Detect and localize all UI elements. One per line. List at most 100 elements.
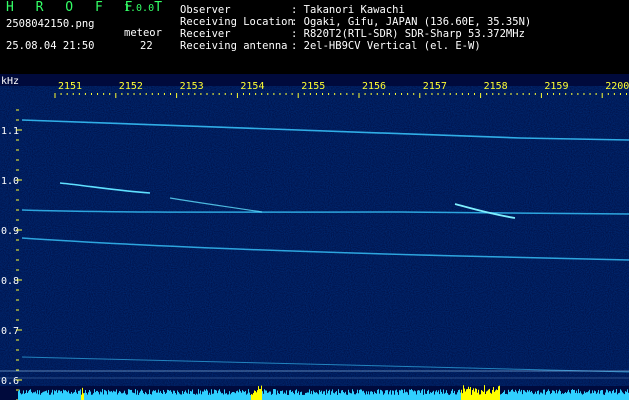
level-bar-sample — [108, 389, 109, 400]
level-bar-sample — [579, 393, 580, 400]
level-bar-sample — [95, 392, 96, 400]
level-bar-sample — [528, 391, 529, 400]
level-bar-sample — [272, 393, 273, 400]
level-bar-sample — [500, 394, 501, 400]
level-bar-sample — [92, 394, 93, 400]
level-bar-sample — [200, 390, 201, 400]
time-tick-label: 2154 — [240, 81, 264, 92]
level-bar-sample — [520, 391, 521, 400]
level-bar-sample — [236, 391, 237, 400]
level-bar-sample — [349, 392, 350, 400]
level-bar-sample — [299, 394, 300, 400]
level-bar-sample — [397, 392, 398, 400]
level-bar-sample — [396, 389, 397, 400]
level-bar-sample — [198, 389, 199, 400]
level-bar-sample — [197, 394, 198, 400]
level-bar-sample — [597, 392, 598, 400]
level-bar-sample — [542, 393, 543, 400]
level-bar-sample — [364, 392, 365, 400]
level-bar-sample — [209, 392, 210, 400]
level-bar-sample — [513, 391, 514, 400]
level-bar-sample — [455, 394, 456, 400]
level-bar-sample — [48, 389, 49, 400]
level-bar-sample — [351, 393, 352, 400]
level-bar-sample — [238, 392, 239, 400]
level-bar-sample — [177, 390, 178, 400]
level-bar-sample — [370, 391, 371, 400]
level-bar-sample — [45, 391, 46, 400]
level-bar-sample — [129, 389, 130, 400]
level-bar-sample — [409, 389, 410, 400]
level-bar-sample — [366, 391, 367, 400]
level-bar-sample — [321, 390, 322, 400]
level-bar-sample — [18, 391, 19, 400]
level-bar-sample — [89, 389, 90, 400]
level-bar-sample — [195, 394, 196, 400]
level-bar-sample — [522, 394, 523, 400]
level-bar-sample — [343, 392, 344, 400]
level-bar-sample — [149, 389, 150, 400]
level-bar-sample — [379, 393, 380, 400]
level-bar-sample — [314, 392, 315, 400]
level-bar-sample — [332, 389, 333, 400]
level-bar-sample — [315, 392, 316, 400]
level-bar-sample — [51, 392, 52, 400]
level-bar-sample — [167, 389, 168, 400]
time-tick-label: 2156 — [362, 81, 386, 92]
date-time: 25.08.04 21:50 — [6, 40, 95, 52]
level-bar-sample — [37, 390, 38, 400]
level-bar-sample — [271, 394, 272, 400]
app-version: 1.0.0 — [124, 3, 155, 14]
level-bar-sample — [155, 390, 156, 400]
level-bar-sample — [344, 393, 345, 400]
level-bar-sample — [554, 391, 555, 400]
level-bar-sample — [62, 393, 63, 400]
level-bar-sample — [413, 391, 414, 400]
level-bar-sample — [274, 389, 275, 400]
level-bar-sample — [331, 391, 332, 400]
level-bar-sample — [116, 389, 117, 400]
level-bar-sample — [483, 391, 484, 400]
level-bar-sample — [267, 392, 268, 400]
level-bar-sample — [38, 394, 39, 400]
level-bar-sample — [615, 392, 616, 400]
antenna-label: Receiving antenna — [180, 40, 288, 52]
level-bar-sample — [93, 393, 94, 400]
level-bar-sample — [292, 391, 293, 400]
frequency-tick-label: 0.8 — [1, 276, 19, 287]
level-bar-sample — [525, 391, 526, 400]
level-bar-sample — [114, 391, 115, 400]
level-bar-sample — [556, 389, 557, 400]
level-bar-sample — [102, 389, 103, 400]
level-bar-sample — [392, 390, 393, 400]
level-bar-sample — [152, 391, 153, 400]
level-bar-sample — [210, 394, 211, 400]
level-bar-sample — [297, 393, 298, 400]
level-bar-sample — [171, 391, 172, 400]
level-bar-sample — [229, 391, 230, 400]
level-bar-sample — [361, 389, 362, 400]
level-bar-sample — [243, 391, 244, 400]
level-bar-sample — [338, 389, 339, 400]
level-bar-sample — [431, 392, 432, 400]
level-bar-sample — [450, 393, 451, 400]
level-bar-sample — [125, 393, 126, 400]
level-bar-sample — [599, 393, 600, 400]
level-bar-sample — [605, 392, 606, 400]
level-bar-sample — [562, 393, 563, 400]
level-bar-sample — [264, 389, 265, 400]
level-bar-sample — [316, 392, 317, 400]
level-bar-sample — [496, 389, 497, 400]
level-bar-sample — [348, 389, 349, 400]
level-bar-sample — [144, 394, 145, 400]
level-bar-sample — [511, 389, 512, 400]
level-bar-sample — [71, 391, 72, 400]
level-bar-sample — [478, 389, 479, 400]
level-bar-sample — [58, 390, 59, 400]
level-bar-sample — [428, 389, 429, 400]
level-bar-sample — [85, 390, 86, 400]
level-bar-sample — [138, 394, 139, 400]
level-bar-sample — [418, 390, 419, 400]
level-bar-sample — [160, 391, 161, 400]
level-bar-sample — [391, 394, 392, 400]
